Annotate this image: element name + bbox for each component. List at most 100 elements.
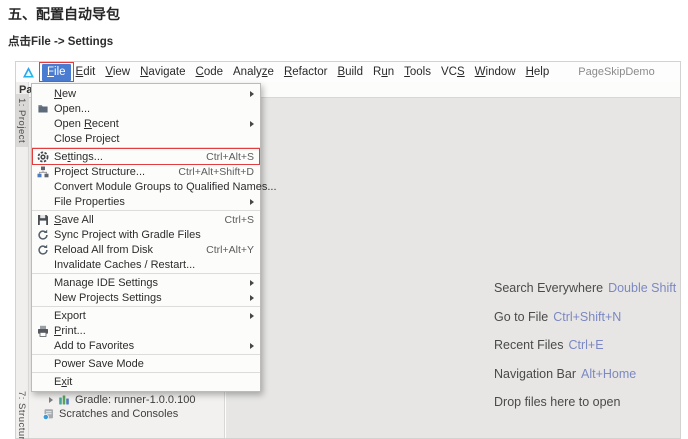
menu-item-label: Export — [54, 309, 86, 322]
menu-item-sync-project-with-gradle-files[interactable]: Sync Project with Gradle Files — [32, 227, 260, 242]
hint-label: Go to File — [494, 309, 549, 324]
menu-item-label: Close Project — [54, 132, 120, 145]
sync-icon — [37, 244, 54, 256]
tree-row-gradle-runner-1-0-0-100[interactable]: Gradle: runner-1.0.0.100 — [29, 392, 195, 407]
menu-item-settings[interactable]: Settings... Ctrl+Alt+S — [32, 148, 260, 165]
menu-item-label: Open... — [54, 102, 91, 115]
menu-item-power-save-mode[interactable]: Power Save Mode — [32, 356, 260, 371]
hint-label: Search Everywhere — [494, 281, 604, 296]
tool-window-tab-structure[interactable]: 7: Structure — [16, 387, 28, 439]
editor-shortcut-hints: Search Everywhere Double Shift Go to File C… — [494, 274, 676, 417]
menubar-item-label: Help — [525, 66, 550, 78]
menu-item-icon-empty — [37, 292, 54, 304]
menu-separator — [32, 306, 260, 307]
menubar-item-refactor[interactable]: Refactor — [279, 64, 332, 81]
menu-item-reload-all-from-disk[interactable]: Reload All from Disk Ctrl+Alt+Y — [32, 242, 260, 257]
menubar-item-edit[interactable]: Edit — [71, 64, 101, 81]
menubar-item-label: Build — [337, 66, 364, 78]
ide-logo-icon — [22, 66, 35, 79]
menu-item-save-all[interactable]: Save All Ctrl+S — [32, 212, 260, 227]
menu-item-export[interactable]: Export — [32, 308, 260, 323]
menu-item-icon-empty — [37, 277, 54, 289]
hint-label: Drop files here to open — [494, 395, 621, 410]
menu-item-add-to-favorites[interactable]: Add to Favorites — [32, 338, 260, 353]
menu-item-print[interactable]: Print... — [32, 323, 260, 338]
menu-item-invalidate-caches-restart[interactable]: Invalidate Caches / Restart... — [32, 257, 260, 272]
printer-icon — [37, 325, 54, 337]
tree-row-label: Gradle: runner-1.0.0.100 — [75, 393, 196, 406]
tree-row-label: Scratches and Consoles — [59, 407, 179, 420]
menubar-item-label: File — [47, 66, 66, 78]
tool-window-tab-project[interactable]: 1: Project — [16, 94, 28, 148]
menubar-item-tools[interactable]: Tools — [399, 64, 436, 81]
menu-item-new-projects-settings[interactable]: New Projects Settings — [32, 290, 260, 305]
menubar-item-label: Refactor — [283, 66, 328, 78]
menu-item-label: Convert Module Groups to Qualified Names… — [54, 180, 277, 193]
menubar-item-analyze[interactable]: Analyze — [228, 64, 279, 81]
menubar-item-navigate[interactable]: Navigate — [135, 64, 190, 81]
menu-item-shortcut: Ctrl+Alt+Shift+D — [178, 165, 254, 178]
hint-label: Recent Files — [494, 338, 564, 353]
menu-item-open[interactable]: Open... — [32, 101, 260, 116]
submenu-arrow-icon — [250, 120, 254, 127]
menu-bar-items: File Edit View Navigate Code Analyze Refactor B… — [39, 62, 555, 82]
gear-icon — [37, 151, 54, 163]
documentation-page: 五、配置自动导包 点击File -> Settings File Edit View… — [0, 0, 688, 439]
menubar-item-run[interactable]: Run — [368, 64, 399, 81]
menubar-item-label: Run — [373, 66, 395, 78]
menu-separator — [32, 147, 260, 148]
menu-item-label: New — [54, 87, 77, 100]
menu-item-file-properties[interactable]: File Properties — [32, 194, 260, 209]
hint-label: Navigation Bar — [494, 366, 576, 381]
menu-item-shortcut: Ctrl+S — [224, 213, 254, 226]
menu-separator — [32, 210, 260, 211]
menu-item-open-recent[interactable]: Open Recent — [32, 116, 260, 131]
menu-item-label: File Properties — [54, 195, 125, 208]
menubar-item-build[interactable]: Build — [332, 64, 368, 81]
menu-item-icon-empty — [37, 88, 54, 100]
menubar-item-label: Window — [474, 66, 516, 78]
structure-icon — [37, 166, 54, 178]
menu-item-label: Exit — [54, 375, 73, 388]
menubar-item-label: Analyze — [233, 66, 274, 78]
hint-keystroke: Ctrl+E — [568, 338, 604, 353]
menu-item-label: Save All — [54, 213, 94, 226]
menu-item-label: Add to Favorites — [54, 339, 135, 352]
menubar-item-window[interactable]: Window — [470, 64, 521, 81]
menu-item-label: Print... — [54, 324, 86, 337]
menu-item-label: Power Save Mode — [54, 357, 144, 370]
menubar-item-file[interactable]: File — [39, 62, 74, 82]
shortcut-hint-recent-files: Recent Files Ctrl+E — [494, 331, 676, 360]
menu-item-convert-module-groups-to-qualified-names[interactable]: Convert Module Groups to Qualified Names… — [32, 179, 277, 194]
menu-item-label: Sync Project with Gradle Files — [54, 228, 201, 241]
menubar-item-vcs[interactable]: VCS — [436, 64, 470, 81]
menu-bar: File Edit View Navigate Code Analyze Refactor B… — [16, 62, 680, 82]
menubar-item-label: Code — [195, 66, 224, 78]
menu-item-label: Settings... — [54, 150, 103, 163]
menubar-item-label: VCS — [441, 66, 465, 78]
left-tool-window-stripe: 1: Project 7: Structure — [16, 82, 29, 439]
menu-item-manage-ide-settings[interactable]: Manage IDE Settings — [32, 275, 260, 290]
submenu-arrow-icon — [250, 312, 254, 319]
menu-item-icon-empty — [37, 340, 54, 352]
menubar-item-view[interactable]: View — [100, 64, 135, 81]
menu-item-icon-empty — [37, 358, 54, 370]
menu-item-close-project[interactable]: Close Project — [32, 131, 260, 146]
menu-item-new[interactable]: New — [32, 86, 260, 101]
menu-item-project-structure[interactable]: Project Structure... Ctrl+Alt+Shift+D — [32, 164, 260, 179]
menubar-item-code[interactable]: Code — [191, 64, 229, 81]
menu-item-label: Open Recent — [54, 117, 119, 130]
tree-row-scratches-and-consoles[interactable]: Scratches and Consoles — [29, 406, 178, 421]
shortcut-hint-drop-files-here-to-open: Drop files here to open — [494, 388, 676, 417]
menu-item-icon-empty — [37, 310, 54, 322]
menu-item-exit[interactable]: Exit — [32, 374, 260, 389]
window-title: PageSkipDemo — [578, 66, 655, 78]
menu-item-icon-empty — [37, 181, 54, 193]
chevron-right-icon[interactable] — [49, 396, 53, 403]
shortcut-hint-search-everywhere: Search Everywhere Double Shift — [494, 274, 676, 303]
hint-keystroke: Alt+Home — [581, 366, 637, 381]
gradle-icon — [58, 394, 71, 406]
menubar-item-help[interactable]: Help — [521, 64, 555, 81]
menubar-item-label: Tools — [404, 66, 431, 78]
menu-item-icon-empty — [37, 133, 54, 145]
